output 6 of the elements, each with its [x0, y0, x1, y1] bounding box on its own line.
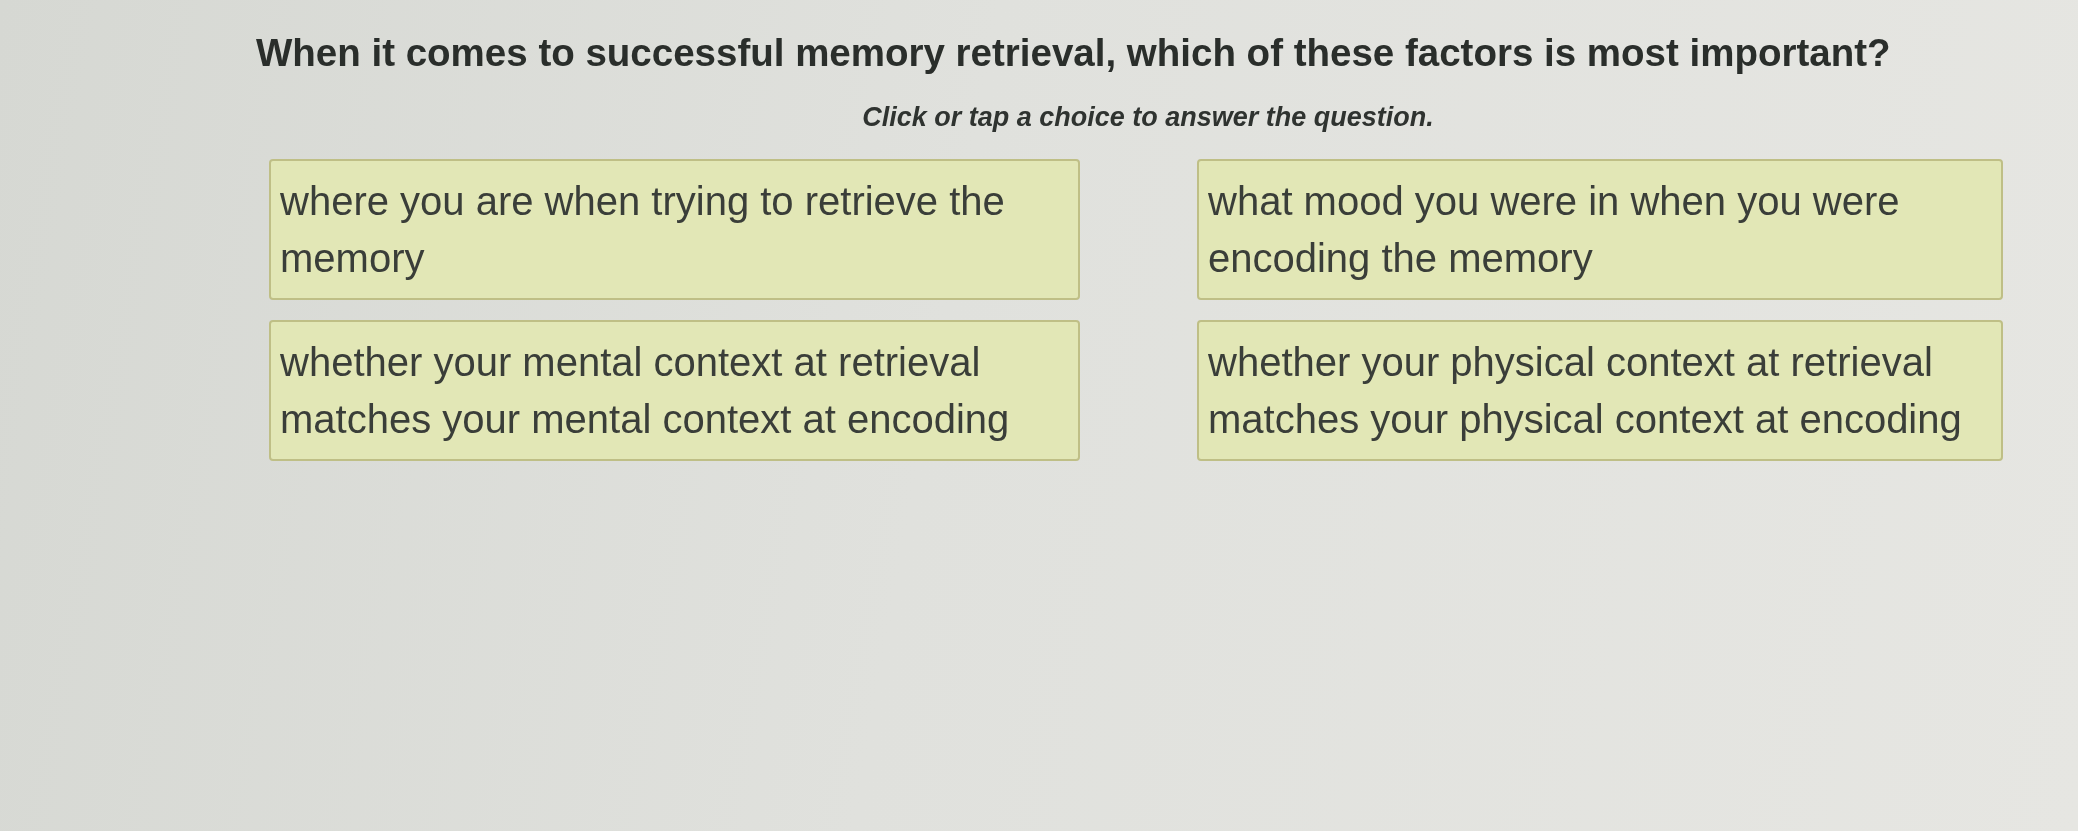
answer-choice[interactable]: whether your mental context at retrieval matches your mental context at encoding [269, 320, 1080, 462]
answer-choice[interactable]: where you are when trying to retrieve the memory [269, 159, 1080, 301]
question-text: When it comes to successful memory retrieval, which of these factors is most important? [256, 30, 1892, 76]
answer-choice[interactable]: whether your physical context at retrieval matches your physical context at encoding [1197, 320, 2003, 462]
answer-choice[interactable]: what mood you were in when you were encoding the memory [1197, 159, 2003, 301]
instruction-text: Click or tap a choice to answer the question. [861, 101, 1435, 135]
